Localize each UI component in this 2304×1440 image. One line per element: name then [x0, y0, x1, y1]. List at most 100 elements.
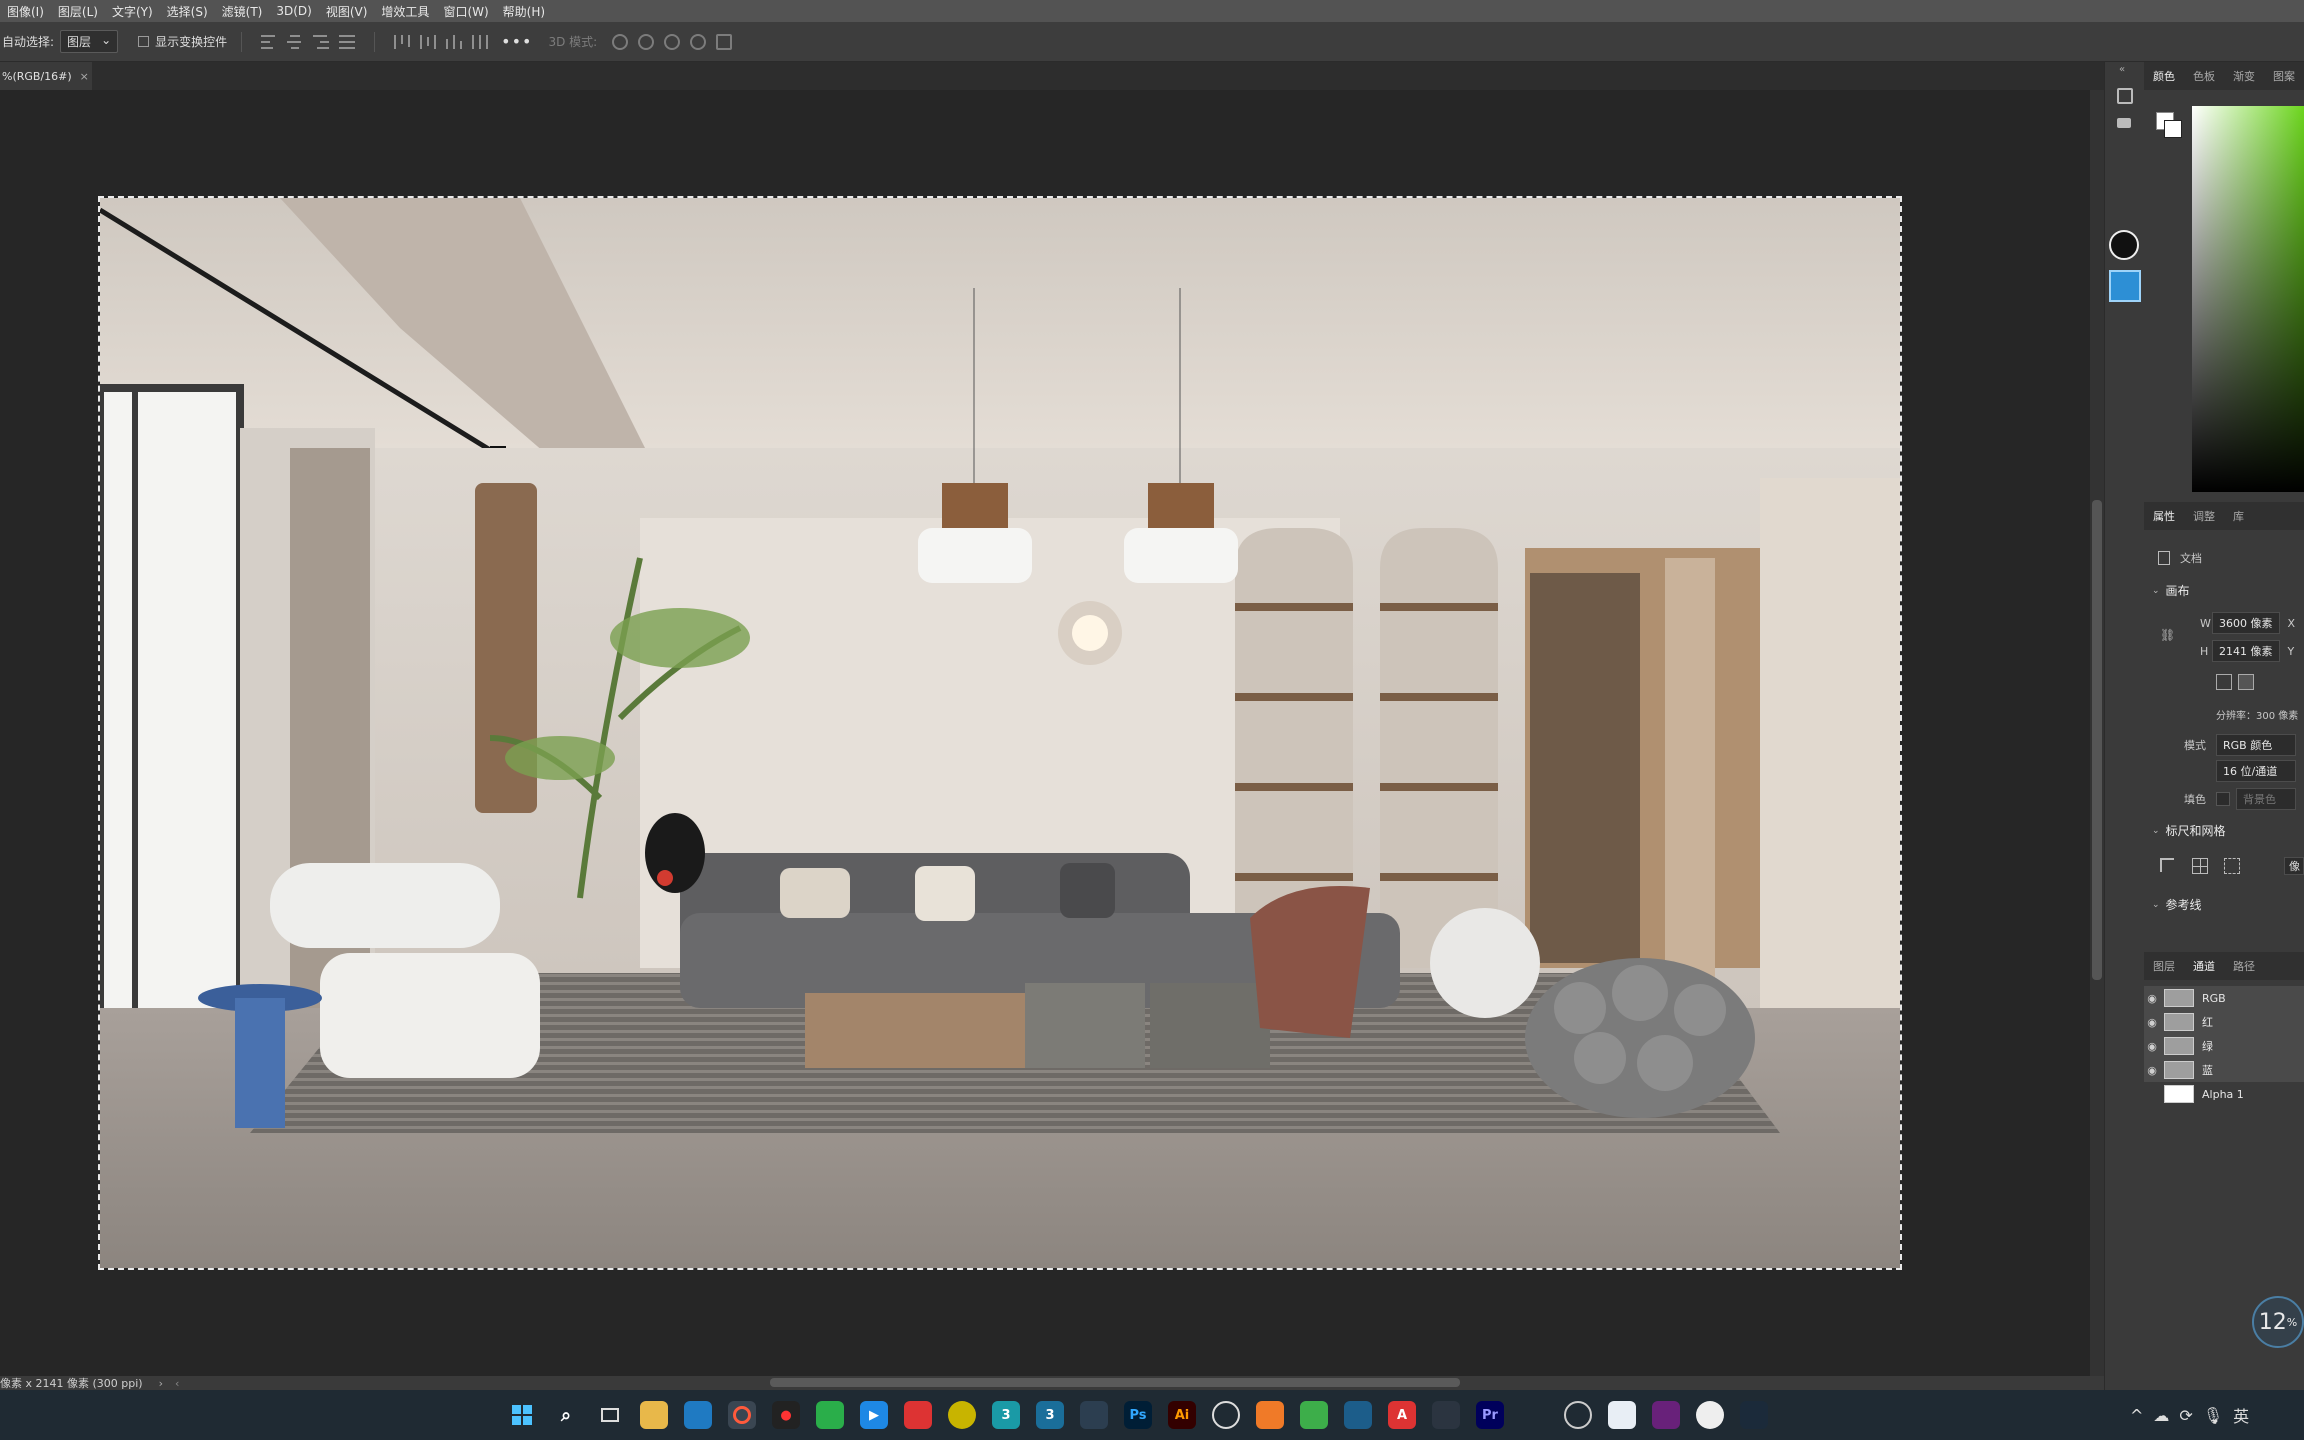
menu-plugins[interactable]: 增效工具 [374, 3, 436, 20]
auto-select-dropdown[interactable]: 图层 ⌄ [60, 30, 119, 53]
document-tab[interactable]: %(RGB/16#) × [0, 62, 92, 90]
menu-select[interactable]: 选择(S) [160, 3, 215, 20]
acrobat-icon[interactable]: A [1388, 1401, 1416, 1429]
blue-app-icon[interactable] [1344, 1401, 1372, 1429]
channel-row-alpha[interactable]: Alpha 1 [2144, 1082, 2304, 1106]
more-options-icon[interactable]: ••• [501, 32, 532, 51]
steam-icon[interactable] [1564, 1401, 1592, 1429]
grid-icon[interactable] [2192, 858, 2208, 874]
menu-filter[interactable]: 滤镜(T) [215, 3, 270, 20]
file-explorer-icon[interactable] [640, 1401, 668, 1429]
maps-pin-icon[interactable] [1696, 1401, 1724, 1429]
menu-type[interactable]: 文字(Y) [105, 3, 160, 20]
tab-properties[interactable]: 属性 [2144, 508, 2184, 524]
tab-paths[interactable]: 路径 [2224, 958, 2264, 974]
pan-3d-icon[interactable] [664, 33, 681, 50]
wechat-icon[interactable] [816, 1401, 844, 1429]
illustrator-icon[interactable]: Ai [1168, 1401, 1196, 1429]
tab-swatches[interactable]: 色板 [2184, 68, 2224, 84]
color-picker-field[interactable] [2192, 106, 2304, 492]
ball-app-icon[interactable] [948, 1401, 976, 1429]
tab-libraries[interactable]: 库 [2224, 508, 2253, 524]
eye-icon[interactable]: ◉ [2144, 1016, 2160, 1029]
channel-row-rgb[interactable]: ◉ RGB [2144, 986, 2304, 1010]
visual-studio-icon[interactable] [1652, 1401, 1680, 1429]
sketchup-icon[interactable] [1080, 1401, 1108, 1429]
document-canvas-image[interactable] [98, 196, 1902, 1270]
pen-nib-icon[interactable] [2109, 230, 2139, 260]
calendar-app-icon[interactable] [684, 1401, 712, 1429]
canvas-section-header[interactable]: ⌄ 画布 [2152, 582, 2190, 599]
clover-icon[interactable] [1608, 1401, 1636, 1429]
fill-dropdown[interactable]: 背景色 [2236, 788, 2296, 810]
align-middle-icon[interactable] [420, 34, 437, 49]
link-icon[interactable]: ⛓ [2160, 628, 2175, 642]
slide-3d-icon[interactable] [690, 33, 707, 50]
distribute-horizontal-icon[interactable] [472, 34, 489, 49]
menu-3d[interactable]: 3D(D) [269, 4, 318, 18]
eye-icon[interactable]: ◉ [2144, 992, 2160, 1005]
align-bottom-icon[interactable] [446, 34, 463, 49]
horizontal-scrollbar-thumb[interactable] [770, 1378, 1460, 1387]
video-player-icon[interactable]: ▶ [860, 1401, 888, 1429]
tab-gradients[interactable]: 渐变 [2224, 68, 2264, 84]
chevron-up-icon[interactable]: ^ [2130, 1406, 2143, 1425]
channel-row-red[interactable]: ◉ 红 [2144, 1010, 2304, 1034]
vertical-scrollbar-thumb[interactable] [2092, 500, 2102, 980]
comments-icon[interactable] [2117, 118, 2131, 128]
align-top-icon[interactable] [394, 34, 411, 49]
collapse-panels-icon[interactable]: « [2119, 64, 2125, 75]
mode-dropdown[interactable]: RGB 颜色 [2216, 734, 2296, 756]
sync-icon[interactable]: ⟳ [2179, 1406, 2192, 1425]
history-icon[interactable] [2117, 88, 2133, 104]
plugin-icon[interactable] [2109, 270, 2141, 302]
eye-icon[interactable]: ◉ [2144, 1064, 2160, 1077]
photoshop-icon[interactable]: Ps [1124, 1401, 1152, 1429]
tab-channels[interactable]: 通道 [2184, 958, 2224, 974]
width-field[interactable]: 3600 像素 [2212, 612, 2280, 634]
tab-layers[interactable]: 图层 [2144, 958, 2184, 974]
qq-icon[interactable]: ● [772, 1401, 800, 1429]
fill-swatch[interactable] [2216, 792, 2230, 806]
task-view-icon[interactable] [596, 1401, 624, 1429]
steam-app-icon[interactable] [1784, 1401, 1812, 1429]
chevron-right-icon[interactable]: › [159, 1377, 163, 1390]
align-center-icon[interactable] [287, 34, 303, 49]
tab-adjustments[interactable]: 调整 [2184, 508, 2224, 524]
background-color-swatch[interactable] [2164, 120, 2182, 138]
video-camera-3d-icon[interactable] [716, 33, 733, 50]
tab-patterns[interactable]: 图案 [2264, 68, 2304, 84]
browser-icon[interactable] [728, 1401, 756, 1429]
menu-window[interactable]: 窗口(W) [436, 3, 495, 20]
ruler-icon[interactable] [2160, 858, 2174, 872]
units-button[interactable]: 像 [2284, 857, 2304, 875]
tab-color[interactable]: 颜色 [2144, 68, 2184, 84]
green-app-icon[interactable] [1300, 1401, 1328, 1429]
paint-app-icon[interactable] [1256, 1401, 1284, 1429]
align-right-icon[interactable] [313, 34, 330, 49]
3ds-max-alt-icon[interactable]: 3 [1036, 1401, 1064, 1429]
vscode-icon[interactable] [1520, 1401, 1548, 1429]
eye-icon[interactable]: ◉ [2144, 1040, 2160, 1053]
portrait-orientation-icon[interactable] [2216, 674, 2232, 690]
3ds-max-icon[interactable]: 3 [992, 1401, 1020, 1429]
channel-row-green[interactable]: ◉ 绿 [2144, 1034, 2304, 1058]
channel-row-blue[interactable]: ◉ 蓝 [2144, 1058, 2304, 1082]
roll-3d-icon[interactable] [638, 33, 655, 50]
menu-view[interactable]: 视图(V) [319, 3, 375, 20]
media-app-icon[interactable] [904, 1401, 932, 1429]
davinci-icon[interactable] [1432, 1401, 1460, 1429]
landscape-orientation-icon[interactable] [2238, 674, 2254, 690]
chevron-left-icon[interactable]: ‹ [175, 1377, 179, 1390]
network-icon[interactable]: ☁ [2153, 1406, 2169, 1425]
align-left-icon[interactable] [261, 34, 277, 49]
microphone-icon[interactable]: 🎙 [2203, 1406, 2223, 1425]
show-transform-checkbox[interactable] [138, 36, 150, 47]
guides-section-header[interactable]: ⌄ 参考线 [2152, 896, 2202, 913]
premiere-icon[interactable]: Pr [1476, 1401, 1504, 1429]
distribute-vertical-icon[interactable] [339, 34, 356, 49]
camera-app-icon[interactable] [1212, 1401, 1240, 1429]
bit-depth-dropdown[interactable]: 16 位/通道 [2216, 760, 2296, 782]
close-icon[interactable]: × [80, 70, 89, 83]
menu-image[interactable]: 图像(I) [0, 3, 51, 20]
